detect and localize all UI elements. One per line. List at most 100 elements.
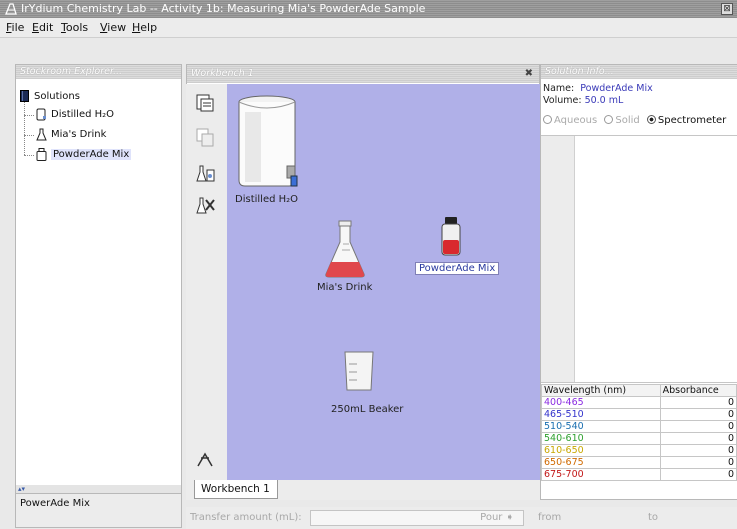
workbench-canvas[interactable]: Distilled H₂O Mia's Drink PowderAde Mix … — [227, 84, 540, 480]
tree-item-distilled-water[interactable]: Distilled H₂O — [36, 107, 114, 123]
tree-guide-line — [24, 99, 25, 155]
table-row: 510-540 0 — [541, 420, 737, 433]
wavelength-cell: 610-650 — [541, 444, 661, 457]
radio-aqueous-label[interactable]: Aqueous — [554, 115, 597, 126]
workbench-header: Workbench 1 — [187, 65, 539, 83]
table-row: 650-675 0 — [541, 456, 737, 469]
tree-item-label: PowderAde Mix — [51, 149, 132, 160]
solution-name-row: Name: PowderAde Mix — [543, 83, 653, 94]
transfer-bar: Transfer amount (mL): Pour ➧ from to — [186, 507, 737, 529]
table-row: 540-610 0 — [541, 432, 737, 445]
workbench-item-label-mias-drink: Mia's Drink — [317, 282, 373, 293]
stockroom-explorer-panel: Stockroom Explorer... Solutions Distille… — [15, 64, 182, 528]
flask-icon — [36, 128, 47, 140]
absorbance-cell: 0 — [659, 408, 737, 421]
absorbance-cell: 0 — [659, 396, 737, 409]
beaker-icon[interactable] — [343, 350, 375, 392]
new-workbench-icon[interactable] — [194, 92, 216, 114]
solution-info-header: Solution Info... — [541, 65, 737, 79]
solution-volume-row: Volume: 50.0 mL — [543, 95, 623, 106]
app-logo-icon — [5, 3, 17, 15]
radio-solid[interactable] — [604, 115, 614, 124]
table-row: 610-650 0 — [541, 444, 737, 457]
stockroom-explorer-header: Stockroom Explorer... — [16, 65, 181, 79]
wavelength-cell: 510-540 — [541, 420, 661, 433]
solution-name-value: PowderAde Mix — [580, 83, 653, 94]
tree-scrollbar[interactable]: ▴▾ — [16, 485, 181, 493]
wavelength-cell: 400-465 — [541, 396, 661, 409]
absorbance-cell: 0 — [659, 420, 737, 433]
tree-item-mias-drink[interactable]: Mia's Drink — [36, 127, 106, 143]
workbench-tabstrip: Workbench 1 — [186, 480, 540, 500]
radio-spectrometer[interactable] — [646, 115, 656, 124]
tree-branch-line — [24, 135, 34, 136]
transfer-amount-label: Transfer amount (mL): — [190, 512, 302, 523]
window-title: IrYdium Chemistry Lab -- Activity 1b: Me… — [21, 2, 426, 15]
glassware-icon[interactable] — [194, 162, 216, 184]
absorbance-cell: 0 — [659, 432, 737, 445]
menu-help[interactable]: Help — [130, 18, 159, 38]
bottle-icon — [36, 147, 47, 161]
workbench-panel: Workbench 1 ✖ — [186, 64, 540, 84]
erlenmeyer-flask-icon[interactable] — [323, 220, 367, 278]
menu-edit[interactable]: Edit — [30, 18, 55, 38]
radio-spectrometer-label[interactable]: Spectrometer — [658, 115, 726, 126]
copy-icon[interactable] — [194, 126, 216, 148]
solution-name-key: Name: — [543, 83, 575, 94]
remove-glassware-icon[interactable] — [194, 194, 216, 216]
stockroom-description-text: PowerAde Mix — [20, 498, 90, 509]
scroll-arrows-icon[interactable]: ▴▾ — [18, 485, 25, 493]
radio-solid-label[interactable]: Solid — [615, 115, 639, 126]
distilled-water-carboy-icon[interactable] — [231, 92, 303, 192]
tab-workbench-1[interactable]: Workbench 1 — [194, 480, 278, 499]
radio-aqueous[interactable] — [543, 115, 552, 124]
spectrometer-graph-area — [541, 135, 737, 383]
tree-branch-line — [24, 155, 34, 156]
solution-volume-value: 50.0 mL — [584, 95, 624, 106]
window-close-button[interactable]: ⊠ — [721, 3, 733, 15]
view-mode-radio-group: Aqueous Solid Spectrometer — [543, 115, 726, 126]
workbench-toolbar — [186, 84, 227, 480]
book-icon — [20, 90, 29, 102]
stockroom-description-box: PowerAde Mix — [16, 493, 181, 527]
solution-volume-key: Volume: — [543, 95, 582, 106]
table-row: 675-700 0 — [541, 468, 737, 481]
wavelength-cell: 465-510 — [541, 408, 661, 421]
column-header-wavelength[interactable]: Wavelength (nm) — [541, 384, 661, 397]
spectrometer-axis-area — [541, 136, 575, 382]
tree-item-powderade-mix[interactable]: PowderAde Mix — [36, 147, 132, 163]
wavelength-cell: 650-675 — [541, 456, 661, 469]
solution-info-panel: Solution Info... Name: PowderAde Mix Vol… — [540, 64, 737, 500]
menu-file[interactable]: File — [4, 18, 26, 38]
workbench-item-label-powderade-mix[interactable]: PowderAde Mix — [415, 262, 500, 275]
workbench-item-label-beaker: 250mL Beaker — [331, 404, 404, 415]
transfer-to-label: to — [648, 512, 659, 523]
tree-root-solutions[interactable]: Solutions — [20, 89, 80, 105]
water-bottle-icon — [36, 108, 46, 120]
absorbance-cell: 0 — [659, 456, 737, 469]
pour-button-label: Pour — [480, 512, 503, 523]
pour-arrow-icon: ➧ — [505, 512, 514, 523]
menu-tools[interactable]: Tools — [59, 18, 90, 38]
spectrometer-table: Wavelength (nm) Absorbance 400-465 0 465-… — [541, 384, 737, 481]
tweezers-icon[interactable] — [194, 448, 216, 470]
table-row: 465-510 0 — [541, 408, 737, 421]
tree-item-label: Distilled H₂O — [51, 109, 115, 120]
workbench-item-label-distilled-water: Distilled H₂O — [235, 194, 299, 205]
absorbance-cell: 0 — [659, 444, 737, 457]
column-header-absorbance[interactable]: Absorbance — [659, 384, 737, 397]
tree-root-label: Solutions — [34, 91, 80, 102]
wavelength-cell: 540-610 — [541, 432, 661, 445]
tree-item-label: Mia's Drink — [51, 129, 107, 140]
wavelength-cell: 675-700 — [541, 468, 661, 481]
table-row: 400-465 0 — [541, 396, 737, 409]
title-bar: IrYdium Chemistry Lab -- Activity 1b: Me… — [0, 0, 737, 18]
menu-bar: File Edit Tools View Help — [0, 18, 737, 38]
tree-branch-line — [24, 115, 34, 116]
absorbance-cell: 0 — [659, 468, 737, 481]
workbench-close-icon[interactable]: ✖ — [525, 68, 533, 79]
pour-button[interactable]: Pour ➧ — [454, 511, 518, 525]
menu-view[interactable]: View — [98, 18, 128, 38]
reagent-bottle-icon[interactable] — [440, 216, 462, 256]
transfer-from-label: from — [538, 512, 562, 523]
